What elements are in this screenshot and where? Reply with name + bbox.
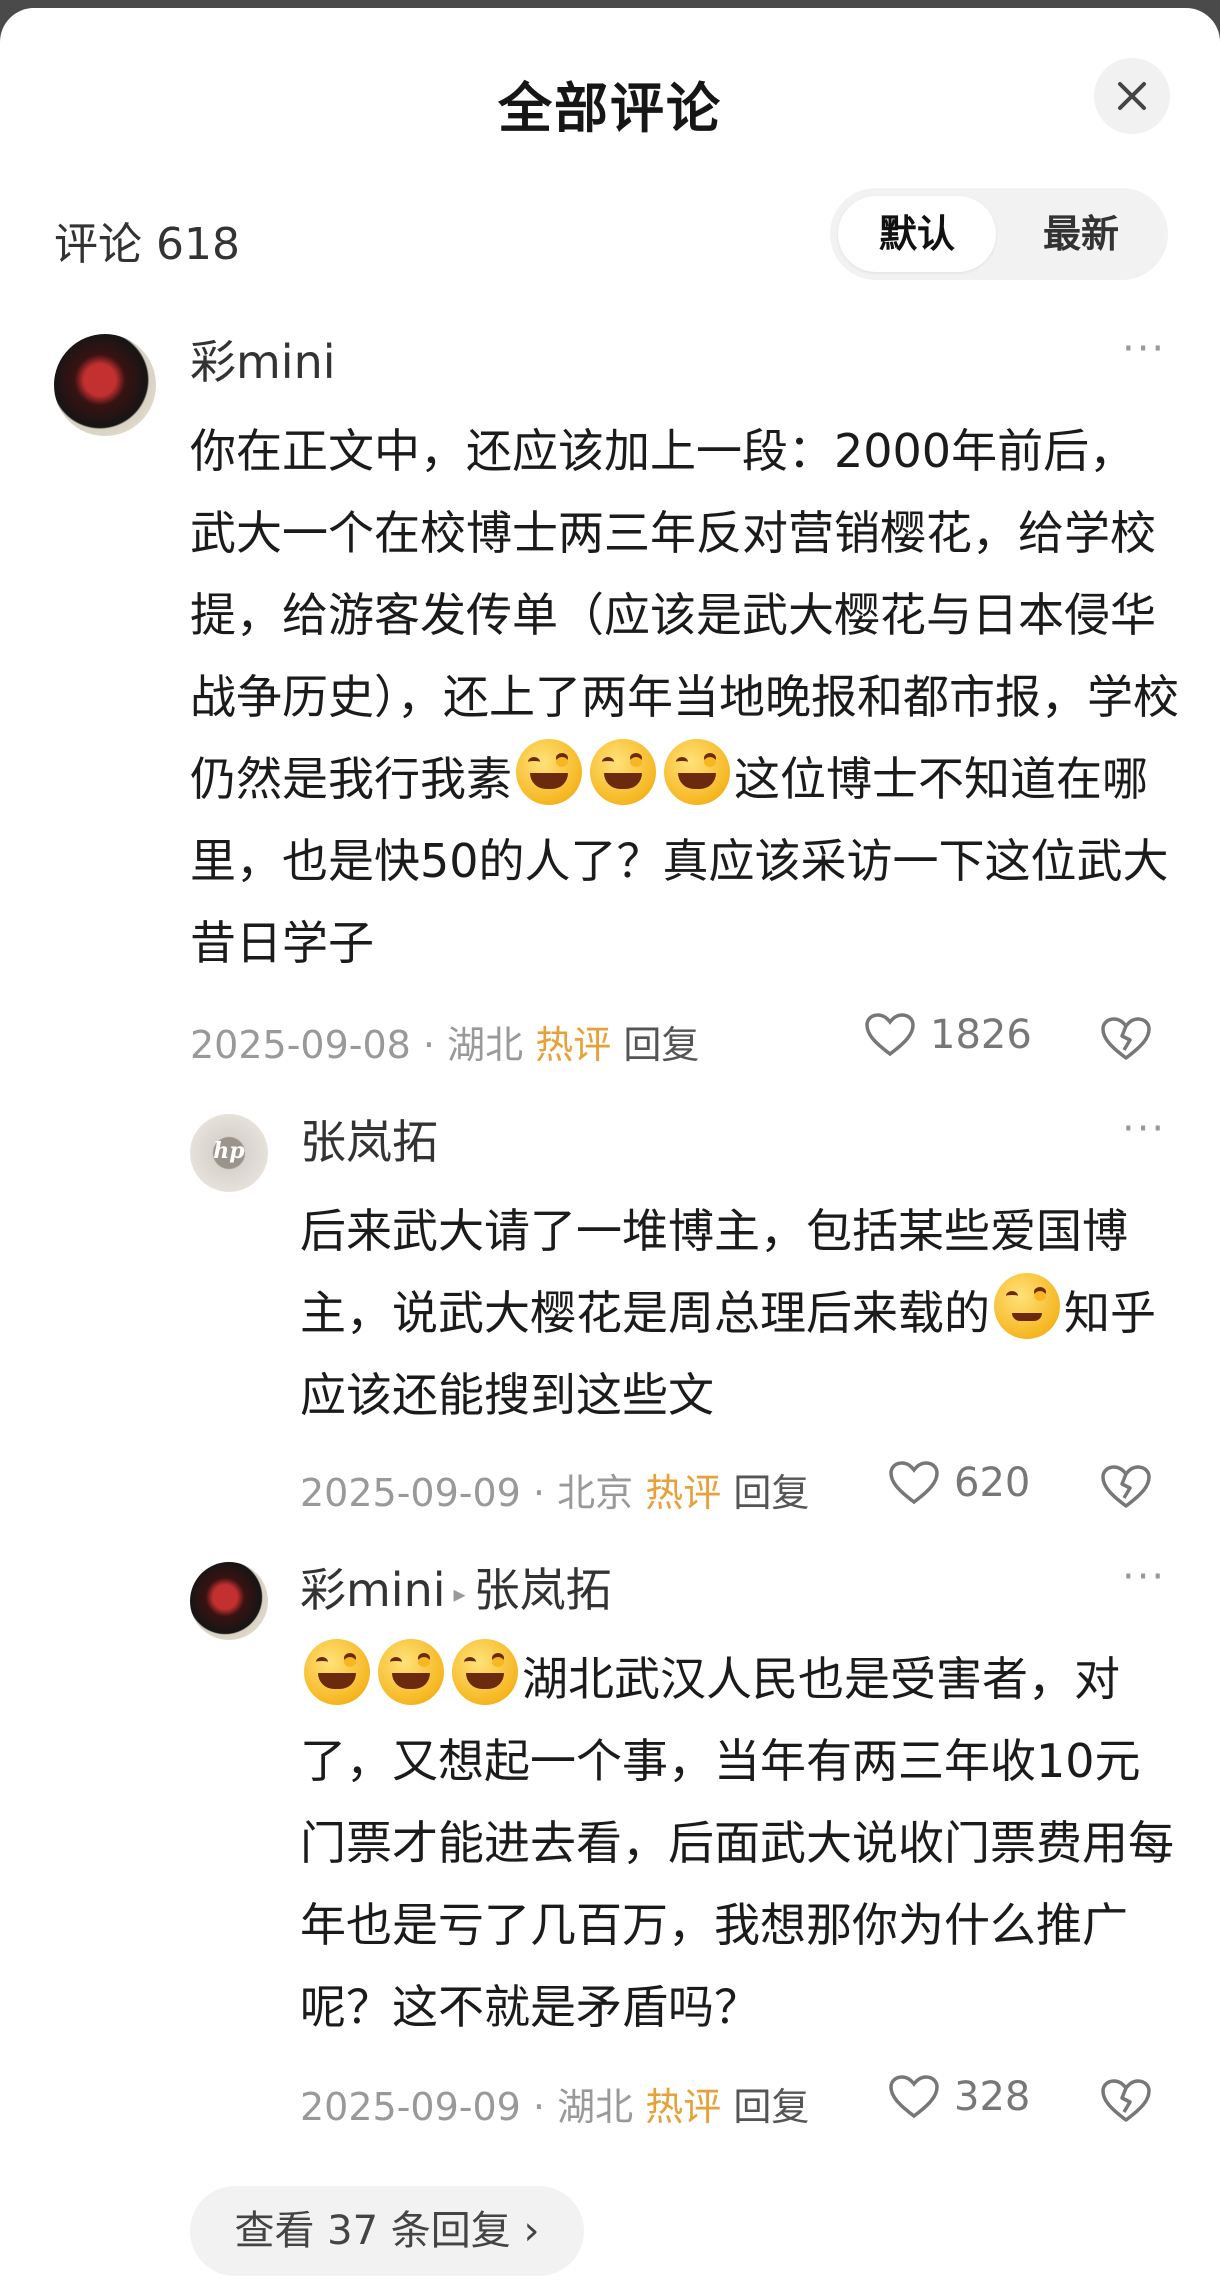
like-button[interactable]: 1826 xyxy=(864,1012,1032,1058)
dislike-button[interactable] xyxy=(1100,1464,1152,1514)
comment-count-value: 618 xyxy=(156,219,240,270)
sheet-header: 全部评论 xyxy=(0,8,1220,188)
comment-count: 评论 618 xyxy=(54,208,240,272)
comment-date: 2025-09-08 xyxy=(190,1023,411,1067)
like-button[interactable]: 328 xyxy=(888,2074,1030,2120)
comment-username[interactable]: 张岚拓 xyxy=(300,1106,438,1172)
rofl-emoji-icon xyxy=(664,739,730,805)
comment-meta: 2025-09-09 · 湖北 热评 回复 xyxy=(300,2085,810,2129)
comment-text: 后来武大请了一堆博主，包括某些爱国博主，说武大樱花是周总理后来载的 知乎应该还能搜… xyxy=(300,1190,1180,1436)
hot-badge: 热评 xyxy=(535,1023,612,1067)
reply-item: 彩mini ▸ 张岚拓 ··· 湖北武汉人民也是受害者，对了，又想起一个事，当年有两… xyxy=(0,1546,1220,2166)
sort-latest-tab[interactable]: 最新 xyxy=(1002,196,1160,272)
comment-date: 2025-09-09 xyxy=(300,2085,521,2129)
page-title: 全部评论 xyxy=(498,77,722,140)
broken-heart-icon xyxy=(1101,2079,1151,2122)
like-count: 1826 xyxy=(930,1012,1032,1058)
dislike-button[interactable] xyxy=(1100,2078,1152,2128)
like-button[interactable]: 620 xyxy=(888,1460,1030,1506)
broken-heart-icon xyxy=(1101,1017,1151,1060)
rofl-emoji-icon xyxy=(304,1639,370,1705)
comment-count-row: 评论 618 默认 最新 xyxy=(0,188,1220,288)
comment-location: 湖北 xyxy=(447,1023,524,1067)
reply-author[interactable]: 彩mini xyxy=(300,1563,446,1617)
comment-text-part: 湖北武汉人民也是受害者，对了，又想起一个事，当年有两三年收10元门票才能进去看，… xyxy=(300,1652,1174,2034)
reply-item: hp 张岚拓 ··· 后来武大请了一堆博主，包括某些爱国博主，说武大樱花是周总理… xyxy=(0,1098,1220,1548)
heart-icon xyxy=(865,1013,915,1057)
heart-icon xyxy=(889,1461,939,1505)
reply-target[interactable]: 张岚拓 xyxy=(474,1563,612,1617)
rofl-emoji-icon xyxy=(516,739,582,805)
comments-sheet: 全部评论 评论 618 默认 最新 彩mini ··· 你在正文中，还应该加上一段… xyxy=(0,8,1220,2291)
like-count: 328 xyxy=(954,2074,1031,2120)
dislike-button[interactable] xyxy=(1100,1016,1152,1066)
comment-location: 北京 xyxy=(557,1471,634,1515)
view-more-replies-button[interactable]: 查看 37 条回复 › xyxy=(190,2186,584,2276)
rofl-emoji-icon xyxy=(590,739,656,805)
comment-count-label: 评论 xyxy=(54,219,142,270)
comment-text: 你在正文中，还应该加上一段：2000年前后，武大一个在校博士两三年反对营销樱花，… xyxy=(190,410,1180,984)
rofl-emoji-icon xyxy=(452,1639,518,1705)
reply-button[interactable]: 回复 xyxy=(733,1471,809,1515)
rofl-emoji-icon xyxy=(378,1639,444,1705)
broken-heart-icon xyxy=(1101,1465,1151,1508)
comment-item: 彩mini ··· 你在正文中，还应该加上一段：2000年前后，武大一个在校博士… xyxy=(0,318,1220,1078)
comment-meta: 2025-09-09 · 北京 热评 回复 xyxy=(300,1471,810,1515)
reply-arrow-icon: ▸ xyxy=(453,1579,466,1608)
comment-username: 彩mini ▸ 张岚拓 xyxy=(300,1554,612,1620)
close-button[interactable] xyxy=(1094,58,1170,134)
avatar[interactable]: hp xyxy=(190,1114,268,1192)
avatar[interactable] xyxy=(54,334,156,436)
comment-location: 湖北 xyxy=(557,2085,634,2129)
hot-badge: 热评 xyxy=(645,1471,722,1515)
avatar[interactable] xyxy=(190,1562,268,1640)
hot-badge: 热评 xyxy=(645,2085,722,2129)
close-icon xyxy=(1118,82,1146,110)
more-icon[interactable]: ··· xyxy=(1122,1554,1166,1600)
comment-username[interactable]: 彩mini xyxy=(190,326,336,392)
sort-default-tab[interactable]: 默认 xyxy=(838,196,996,272)
smirk-emoji-icon xyxy=(994,1273,1060,1339)
more-icon[interactable]: ··· xyxy=(1122,1106,1166,1152)
chevron-right-icon: › xyxy=(523,2208,540,2254)
reply-button[interactable]: 回复 xyxy=(623,1023,699,1067)
comment-meta: 2025-09-08 · 湖北 热评 回复 xyxy=(190,1023,700,1067)
sort-toggle: 默认 最新 xyxy=(830,188,1168,280)
avatar-logo: hp xyxy=(213,1138,245,1164)
comment-text: 湖北武汉人民也是受害者，对了，又想起一个事，当年有两三年收10元门票才能进去看，… xyxy=(300,1638,1180,2048)
like-count: 620 xyxy=(954,1460,1031,1506)
heart-icon xyxy=(889,2075,939,2119)
more-icon[interactable]: ··· xyxy=(1122,326,1166,372)
view-more-label: 查看 37 条回复 xyxy=(234,2208,511,2254)
comment-date: 2025-09-09 xyxy=(300,1471,521,1515)
reply-button[interactable]: 回复 xyxy=(733,2085,809,2129)
